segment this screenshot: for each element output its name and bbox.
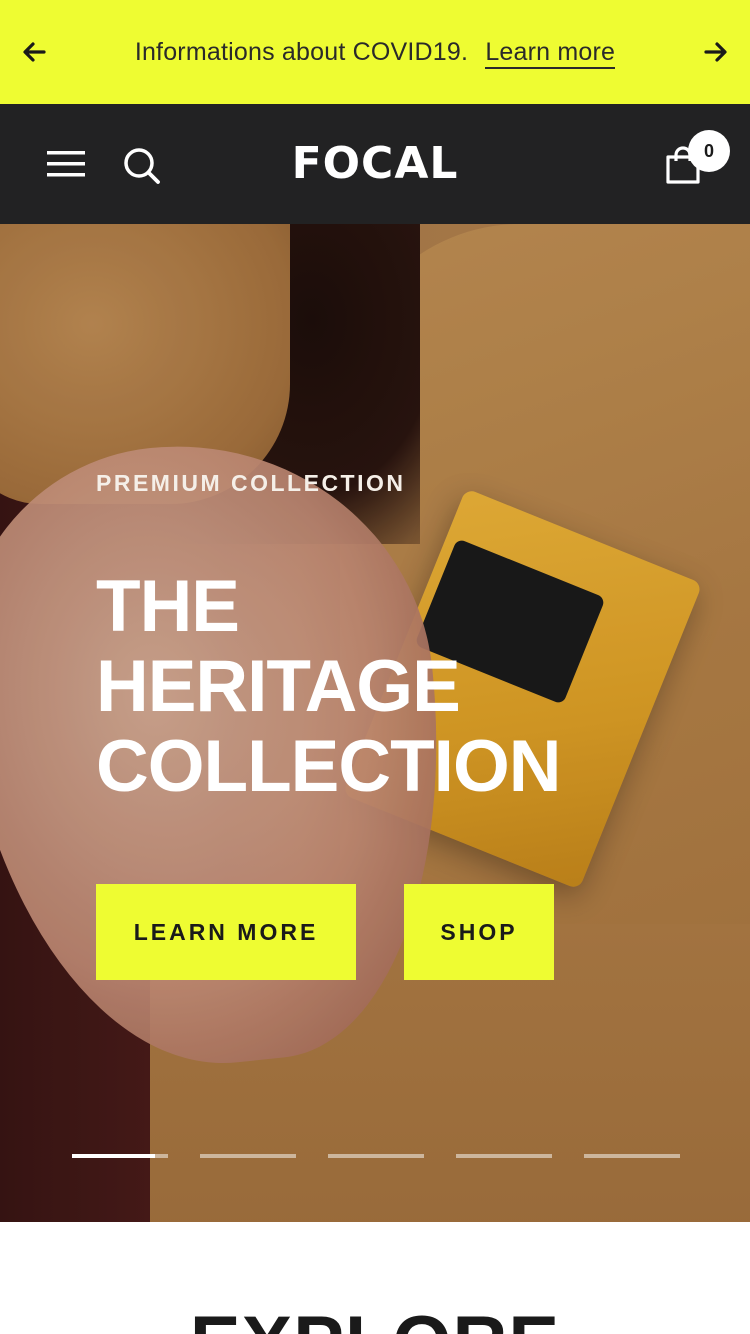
announcement-text: Informations about COVID19. xyxy=(134,37,469,66)
slide-indicator-5[interactable] xyxy=(584,1154,680,1158)
announcement-next-button[interactable] xyxy=(700,36,732,68)
hero-title-line: COLLECTION xyxy=(96,726,561,807)
explore-heading: EXPLORE xyxy=(0,1300,750,1334)
slide-indicator-2[interactable] xyxy=(200,1154,296,1158)
arrow-right-icon xyxy=(704,42,727,62)
hero-subheading: PREMIUM COLLECTION xyxy=(96,470,406,496)
site-logo[interactable]: FOCAL xyxy=(0,138,750,189)
announcement-bar: Informations about COVID19. Learn more xyxy=(0,0,750,104)
arrow-left-icon xyxy=(23,42,46,62)
hero-title: THE HERITAGE COLLECTION xyxy=(96,567,716,807)
slide-indicator-4[interactable] xyxy=(456,1154,552,1158)
announcement-message: Informations about COVID19. Learn more xyxy=(134,37,616,69)
slide-indicator-3[interactable] xyxy=(328,1154,424,1158)
slide-indicator-1[interactable] xyxy=(72,1154,168,1158)
hero-slideshow: PREMIUM COLLECTION THE HERITAGE COLLECTI… xyxy=(0,224,750,1222)
slideshow-pagination xyxy=(72,1154,680,1158)
hero-title-line: HERITAGE xyxy=(96,646,461,727)
slide-progress-fill xyxy=(72,1154,155,1158)
explore-section: EXPLORE xyxy=(0,1222,750,1334)
shop-button[interactable]: SHOP xyxy=(404,884,554,980)
announcement-learn-more-link[interactable]: Learn more xyxy=(485,37,616,69)
announcement-prev-button[interactable] xyxy=(18,36,50,68)
learn-more-button[interactable]: LEARN MORE xyxy=(96,884,356,980)
site-header: FOCAL xyxy=(0,104,750,224)
cart-count-badge: 0 xyxy=(688,130,730,172)
hero-title-line: THE xyxy=(96,566,240,647)
